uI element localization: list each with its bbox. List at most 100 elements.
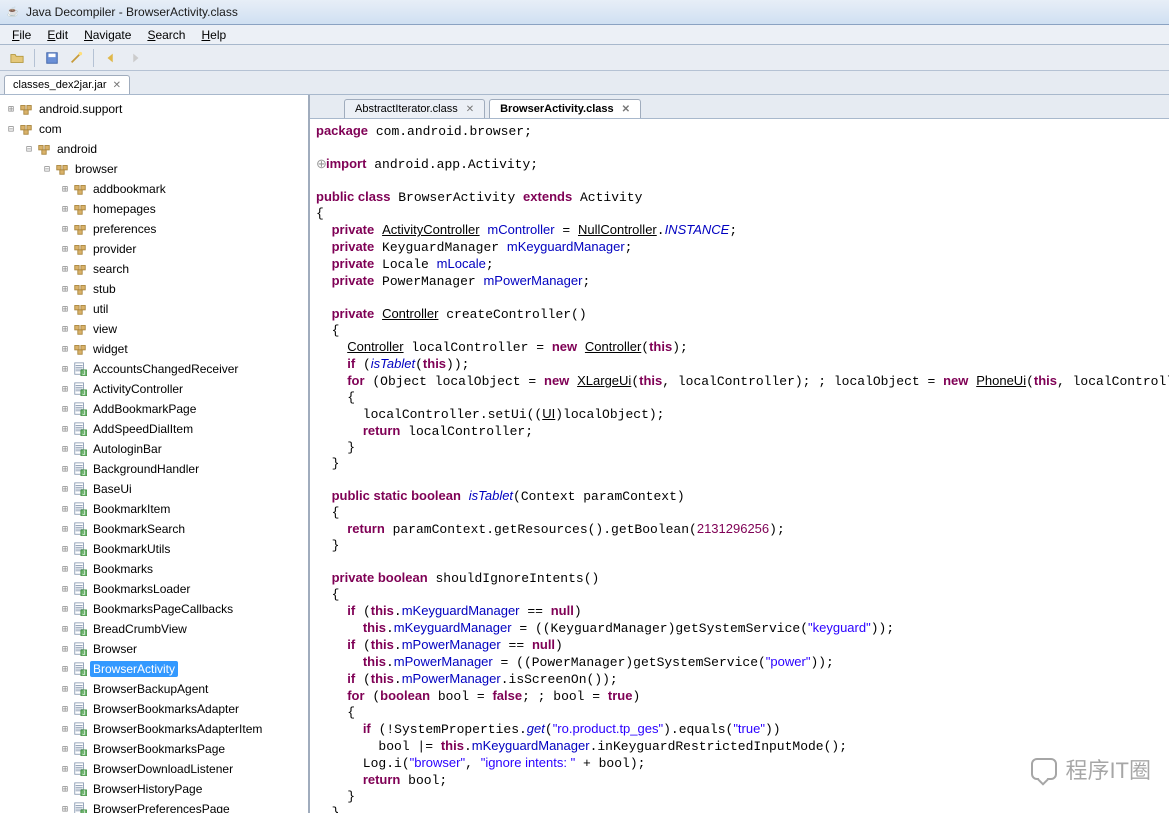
tree-item[interactable]: ⊞stub (4, 279, 308, 299)
nav-forward-button[interactable] (124, 47, 146, 69)
tree-item[interactable]: ⊞Bookmarks (4, 559, 308, 579)
tree-expand-icon[interactable]: ⊞ (4, 104, 18, 115)
tree-item[interactable]: ⊞widget (4, 339, 308, 359)
tree-expand-icon[interactable]: ⊞ (58, 264, 72, 275)
tree-item[interactable]: ⊞provider (4, 239, 308, 259)
tree-item[interactable]: ⊞BookmarkItem (4, 499, 308, 519)
close-icon[interactable]: ✕ (622, 104, 630, 115)
nav-back-button[interactable] (100, 47, 122, 69)
tree-item[interactable]: ⊞BaseUi (4, 479, 308, 499)
tree-item-label: android.support (36, 101, 125, 117)
tree-expand-icon[interactable]: ⊞ (58, 664, 72, 675)
editor-tab[interactable]: BrowserActivity.class✕ (489, 99, 641, 118)
tree-expand-icon[interactable]: ⊞ (58, 764, 72, 775)
tree-item[interactable]: ⊞util (4, 299, 308, 319)
tree-item[interactable]: ⊞addbookmark (4, 179, 308, 199)
tree-expand-icon[interactable]: ⊞ (58, 444, 72, 455)
menu-item-search[interactable]: Search (139, 26, 193, 44)
tree-expand-icon[interactable]: ⊞ (58, 484, 72, 495)
tree-item[interactable]: ⊞BrowserBookmarksPage (4, 739, 308, 759)
tree-expand-icon[interactable]: ⊞ (58, 364, 72, 375)
tree-expand-icon[interactable]: ⊞ (58, 384, 72, 395)
tree-expand-icon[interactable]: ⊞ (58, 464, 72, 475)
tree-expand-icon[interactable]: ⊞ (58, 504, 72, 515)
tree-item[interactable]: ⊞BreadCrumbView (4, 619, 308, 639)
wand-button[interactable] (65, 47, 87, 69)
tree-expand-icon[interactable]: ⊞ (58, 324, 72, 335)
tree-item[interactable]: ⊞BookmarksPageCallbacks (4, 599, 308, 619)
tree-expand-icon[interactable]: ⊞ (58, 284, 72, 295)
tree-expand-icon[interactable]: ⊞ (58, 744, 72, 755)
tree-expand-icon[interactable]: ⊞ (58, 584, 72, 595)
close-icon[interactable]: ✕ (113, 80, 121, 91)
code-editor[interactable]: package com.android.browser; ⊕import and… (310, 119, 1169, 813)
tree-expand-icon[interactable]: ⊞ (58, 564, 72, 575)
save-icon (45, 51, 59, 65)
tree-item[interactable]: ⊟com (4, 119, 308, 139)
tree-item[interactable]: ⊞homepages (4, 199, 308, 219)
tree-item[interactable]: ⊞BrowserBookmarksAdapter (4, 699, 308, 719)
tree-item[interactable]: ⊞ActivityController (4, 379, 308, 399)
tree-expand-icon[interactable]: ⊞ (58, 784, 72, 795)
tree-item[interactable]: ⊞BrowserHistoryPage (4, 779, 308, 799)
tree-item[interactable]: ⊞BrowserDownloadListener (4, 759, 308, 779)
tree-expand-icon[interactable]: ⊞ (58, 224, 72, 235)
tree-expand-icon[interactable]: ⊞ (58, 424, 72, 435)
menu-item-help[interactable]: Help (193, 26, 234, 44)
tree-expand-icon[interactable]: ⊞ (58, 524, 72, 535)
tree-expand-icon[interactable]: ⊞ (58, 244, 72, 255)
tree-item[interactable]: ⊞preferences (4, 219, 308, 239)
tree-expand-icon[interactable]: ⊞ (58, 644, 72, 655)
tree-item[interactable]: ⊞search (4, 259, 308, 279)
tree-expand-icon[interactable]: ⊞ (58, 184, 72, 195)
tree-item[interactable]: ⊞ BookmarkUtils (4, 539, 308, 559)
tree-item[interactable]: ⊞BrowserBookmarksAdapterItem (4, 719, 308, 739)
class-icon (73, 482, 87, 496)
package-icon (19, 102, 33, 116)
tree-item[interactable]: ⊞ android.support (4, 99, 308, 119)
tree-expand-icon[interactable]: ⊞ (58, 204, 72, 215)
tree-item[interactable]: ⊞AutologinBar (4, 439, 308, 459)
editor-tab[interactable]: AbstractIterator.class✕ (344, 99, 485, 118)
tree-item[interactable]: ⊞AddSpeedDialItem (4, 419, 308, 439)
tree-expand-icon[interactable]: ⊞ (58, 624, 72, 635)
tree-item-label: BookmarkUtils (90, 541, 173, 557)
tree-expand-icon[interactable]: ⊞ (58, 704, 72, 715)
tree-item[interactable]: ⊞AddBookmarkPage (4, 399, 308, 419)
tree-expand-icon[interactable]: ⊞ (58, 304, 72, 315)
tree-item[interactable]: ⊟android (4, 139, 308, 159)
tree-expand-icon[interactable]: ⊞ (58, 544, 72, 555)
tree-expand-icon[interactable]: ⊞ (58, 724, 72, 735)
tree-item[interactable]: ⊞BookmarksLoader (4, 579, 308, 599)
tree-expand-icon[interactable]: ⊞ (58, 804, 72, 813)
tree-item[interactable]: ⊞Browser (4, 639, 308, 659)
menu-item-edit[interactable]: Edit (39, 26, 76, 44)
tree-item[interactable]: ⊞BrowserPreferencesPage (4, 799, 308, 813)
package-icon (73, 322, 87, 336)
project-tab[interactable]: classes_dex2jar.jar ✕ (4, 75, 130, 94)
tree-item[interactable]: ⊞AccountsChangedReceiver (4, 359, 308, 379)
tree-item-label: BrowserActivity (90, 661, 178, 677)
menu-item-file[interactable]: File (4, 26, 39, 44)
class-icon (73, 562, 87, 576)
menu-item-navigate[interactable]: Navigate (76, 26, 139, 44)
tree-item[interactable]: ⊞BookmarkSearch (4, 519, 308, 539)
tree-expand-icon[interactable]: ⊟ (40, 164, 54, 175)
tree-expand-icon[interactable]: ⊞ (58, 344, 72, 355)
close-icon[interactable]: ✕ (466, 104, 474, 115)
class-icon (73, 782, 87, 796)
tree-item[interactable]: ⊞BrowserBackupAgent (4, 679, 308, 699)
tree-expand-icon[interactable]: ⊞ (58, 404, 72, 415)
tree-item[interactable]: ⊞BackgroundHandler (4, 459, 308, 479)
tree-expand-icon[interactable]: ⊞ (58, 604, 72, 615)
tree-item[interactable]: ⊞view (4, 319, 308, 339)
menu-bar: FileEditNavigateSearchHelp (0, 25, 1169, 45)
tree-panel[interactable]: ⊞ android.support ⊟com⊟android⊟browser⊞add… (0, 95, 310, 813)
open-button[interactable] (6, 47, 28, 69)
tree-item[interactable]: ⊞ BrowserActivity (4, 659, 308, 679)
save-button[interactable] (41, 47, 63, 69)
tree-expand-icon[interactable]: ⊟ (22, 144, 36, 155)
tree-expand-icon[interactable]: ⊟ (4, 124, 18, 135)
tree-expand-icon[interactable]: ⊞ (58, 684, 72, 695)
tree-item[interactable]: ⊟browser (4, 159, 308, 179)
